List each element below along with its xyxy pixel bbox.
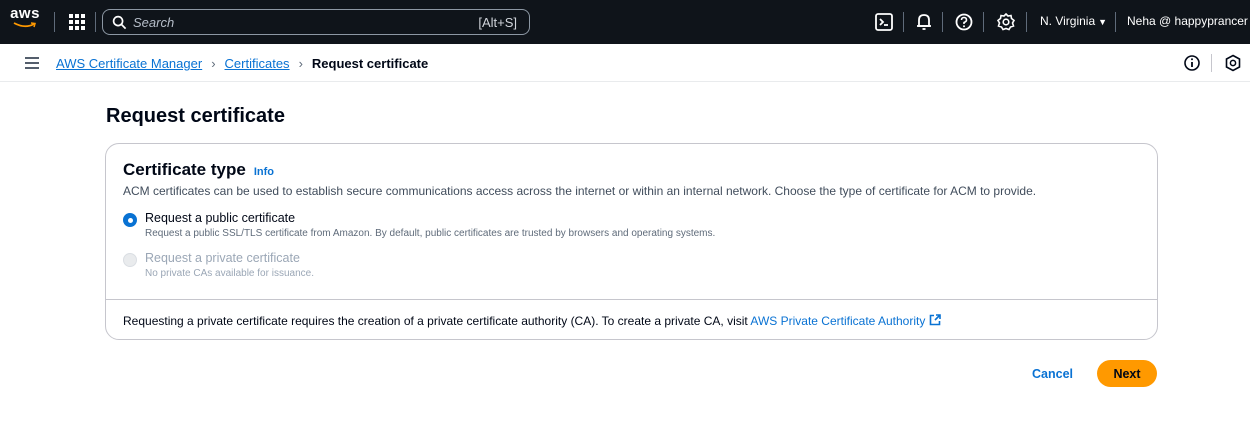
radio-text: Request a public certificate Request a p… — [145, 211, 715, 239]
radio-public-certificate[interactable]: Request a public certificate Request a p… — [123, 211, 715, 239]
page-title: Request certificate — [106, 105, 285, 127]
radio-button-checked[interactable] — [123, 213, 137, 227]
radio-private-certificate: Request a private certificate No private… — [123, 251, 314, 279]
breadcrumb-separator: › — [298, 56, 303, 71]
account-label: Neha @ happyprancer — [1127, 14, 1248, 28]
radio-text: Request a private certificate No private… — [145, 251, 314, 279]
aws-logo[interactable]: aws — [10, 6, 40, 36]
panel-footer: Requesting a private certificate require… — [106, 299, 1157, 339]
info-circle-icon[interactable] — [1183, 54, 1201, 72]
private-ca-link[interactable]: AWS Private Certificate Authority — [750, 314, 925, 328]
nav-divider — [54, 12, 55, 32]
breadcrumb-separator: › — [211, 56, 216, 71]
nav-divider — [1115, 12, 1116, 32]
breadcrumb-acm-link[interactable]: AWS Certificate Manager — [56, 56, 202, 71]
radio-label: Request a public certificate — [145, 211, 296, 225]
radio-button-disabled — [123, 253, 137, 267]
search-icon — [112, 15, 127, 30]
region-selector[interactable]: N. Virginia ▼ — [1040, 14, 1107, 28]
aws-logo-text: aws — [10, 5, 40, 22]
nav-divider — [1026, 12, 1027, 32]
nav-divider — [903, 12, 904, 32]
settings-icon[interactable] — [996, 12, 1016, 32]
private-ca-note: Requesting a private certificate require… — [123, 314, 942, 328]
certificate-type-panel: Certificate type Info ACM certificates c… — [105, 143, 1158, 340]
breadcrumb-certificates-link[interactable]: Certificates — [225, 56, 290, 71]
panel-description: ACM certificates can be used to establis… — [123, 184, 1037, 198]
search-input[interactable]: Search [Alt+S] — [102, 9, 530, 35]
hamburger-menu-icon[interactable] — [24, 55, 40, 71]
info-link[interactable]: Info — [254, 166, 274, 178]
panel-header: Certificate type Info — [123, 160, 274, 180]
radio-description: Request a public SSL/TLS certificate fro… — [145, 228, 716, 239]
search-placeholder: Search — [133, 15, 175, 30]
breadcrumb-bar: AWS Certificate Manager › Certificates ›… — [0, 44, 1250, 82]
nav-divider — [95, 12, 96, 32]
breadcrumb-current: Request certificate — [311, 56, 429, 71]
top-navigation: aws Search [Alt+S] N. Virginia ▼ Neha @ … — [0, 0, 1250, 44]
bell-icon[interactable] — [914, 12, 934, 32]
external-link-icon[interactable] — [929, 314, 942, 326]
cloudshell-icon[interactable] — [874, 12, 894, 32]
next-button[interactable]: Next — [1097, 360, 1157, 387]
help-icon[interactable] — [954, 12, 974, 32]
account-menu[interactable]: Neha @ happyprancer▼ — [1127, 14, 1250, 28]
panel-title: Certificate type — [123, 160, 246, 179]
breadcrumb: AWS Certificate Manager › Certificates ›… — [56, 56, 428, 71]
search-shortcut: [Alt+S] — [478, 15, 517, 30]
region-label: N. Virginia — [1040, 14, 1096, 28]
nav-divider — [983, 12, 984, 32]
breadcrumb-divider — [1211, 54, 1212, 72]
radio-description: No private CAs available for issuance. — [145, 268, 314, 279]
aws-smile-icon — [13, 22, 36, 28]
radio-label: Request a private certificate — [145, 251, 300, 265]
notification-hexagon-icon[interactable] — [1224, 54, 1242, 72]
private-ca-note-text: Requesting a private certificate require… — [123, 314, 751, 328]
caret-down-icon: ▼ — [1098, 17, 1108, 27]
nav-divider — [942, 12, 943, 32]
cancel-button[interactable]: Cancel — [1024, 363, 1081, 385]
apps-grid-icon[interactable] — [68, 13, 86, 31]
